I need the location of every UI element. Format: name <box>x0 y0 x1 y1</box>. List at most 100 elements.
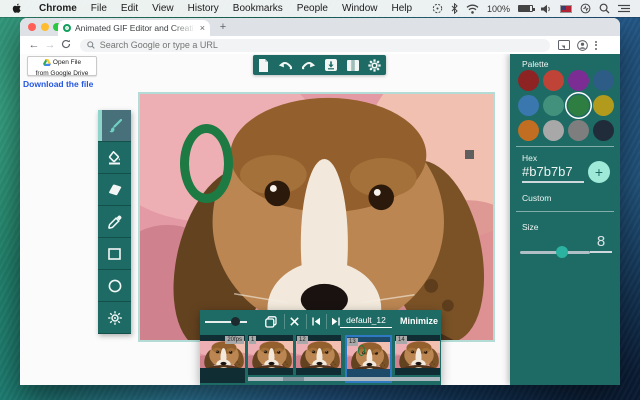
resize-handle[interactable] <box>465 150 474 159</box>
frame-thumbnail-12[interactable]: 12 <box>296 335 341 375</box>
divider <box>516 211 614 212</box>
reload-button[interactable] <box>58 39 74 52</box>
minimize-panel-button[interactable]: Minimize <box>400 316 438 326</box>
speed-slider[interactable] <box>205 321 247 323</box>
gif-filename-input[interactable]: default_12 <box>340 315 392 328</box>
custom-label: Custom <box>522 193 552 203</box>
swatch[interactable] <box>543 95 564 116</box>
frames-scrollbar[interactable] <box>248 377 440 381</box>
eraser-icon <box>109 183 122 195</box>
frame-number-badge: 14 <box>396 336 407 344</box>
forward-button[interactable]: → <box>42 39 58 51</box>
divider <box>516 146 614 147</box>
fill-bucket-icon <box>108 150 120 164</box>
export-image-icon[interactable] <box>325 59 338 71</box>
us-flag-icon[interactable] <box>560 4 572 13</box>
tool-palette <box>98 110 131 334</box>
swatch[interactable] <box>518 70 539 91</box>
back-button[interactable]: ← <box>26 39 42 51</box>
frames-panel: default_12 Minimize 20fps 1 12 13 14 <box>200 310 441 385</box>
swatch[interactable] <box>518 95 539 116</box>
color-sidebar: Palette Hex + <box>510 54 620 385</box>
tool-brightness[interactable] <box>98 302 131 334</box>
address-bar[interactable] <box>80 38 550 52</box>
bluetooth-icon[interactable] <box>451 3 458 14</box>
tool-eraser[interactable] <box>98 174 131 206</box>
palette-label: Palette <box>522 59 549 69</box>
minimize-window-button[interactable] <box>40 23 49 31</box>
frame-thumbnail-14[interactable]: 14 <box>395 335 440 375</box>
frame-thumbnail-1[interactable]: 1 <box>248 335 293 375</box>
swatch[interactable] <box>518 120 539 141</box>
editor-toolbar <box>253 55 386 75</box>
close-window-button[interactable] <box>28 23 36 31</box>
size-label: Size <box>522 222 539 232</box>
menu-item-help[interactable]: Help <box>385 3 420 14</box>
menu-item-view[interactable]: View <box>145 3 181 14</box>
browser-tab[interactable]: Animated GIF Editor and Creati × <box>58 20 210 36</box>
drawing-canvas[interactable] <box>138 92 495 342</box>
frames-view-icon[interactable] <box>346 59 359 71</box>
brightness-icon <box>107 310 122 325</box>
spotlight-icon[interactable] <box>599 3 610 14</box>
new-tab-button[interactable]: + <box>216 21 230 35</box>
tab-close-icon[interactable]: × <box>200 23 205 33</box>
tool-eyedropper[interactable] <box>98 206 131 238</box>
battery-icon[interactable] <box>518 5 535 12</box>
add-color-button[interactable]: + <box>588 161 610 183</box>
fps-badge: 20fps <box>225 336 244 344</box>
menu-item-people[interactable]: People <box>290 3 335 14</box>
new-file-icon[interactable] <box>258 58 269 72</box>
swatch-selected[interactable] <box>568 95 589 116</box>
tool-rectangle[interactable] <box>98 238 131 270</box>
open-file-button[interactable]: Open File from Google Drive <box>27 56 97 78</box>
apple-menu-icon[interactable] <box>12 3 22 14</box>
tool-circle[interactable] <box>98 270 131 302</box>
swatch[interactable] <box>543 70 564 91</box>
menu-item-window[interactable]: Window <box>335 3 385 14</box>
swatch[interactable] <box>543 120 564 141</box>
eyedropper-icon <box>107 215 121 229</box>
duplicate-frame-icon[interactable] <box>263 314 279 329</box>
time-machine-icon[interactable] <box>432 3 443 14</box>
menu-item-file[interactable]: File <box>84 3 114 14</box>
siri-icon[interactable] <box>580 3 591 14</box>
tool-fill[interactable] <box>98 142 131 174</box>
frame-number-badge: 12 <box>297 336 308 344</box>
size-slider[interactable] <box>520 251 590 254</box>
cast-icon[interactable] <box>558 40 570 50</box>
speed-slider-thumb[interactable] <box>231 317 240 326</box>
size-slider-thumb[interactable] <box>556 246 568 258</box>
profile-icon[interactable] <box>577 39 588 51</box>
redo-icon[interactable] <box>301 60 316 71</box>
swatch[interactable] <box>593 120 614 141</box>
undo-icon[interactable] <box>278 60 293 71</box>
tool-brush[interactable] <box>98 110 131 142</box>
notification-center-icon[interactable] <box>618 4 630 13</box>
frame-thumbnail-13-selected[interactable]: 13 <box>345 335 392 383</box>
settings-gear-icon[interactable] <box>368 58 381 72</box>
swatch[interactable] <box>593 95 614 116</box>
menu-kebab-icon[interactable] <box>595 40 597 50</box>
circle-icon <box>108 279 121 292</box>
swatch[interactable] <box>568 70 589 91</box>
frames-scrollbar-thumb[interactable] <box>283 377 304 381</box>
menu-item-chrome[interactable]: Chrome <box>32 3 84 14</box>
swatch[interactable] <box>593 70 614 91</box>
desktop: Chrome File Edit View History Bookmarks … <box>0 0 640 400</box>
preview-thumbnail[interactable]: 20fps <box>200 335 245 383</box>
menu-item-history[interactable]: History <box>181 3 226 14</box>
address-input[interactable] <box>99 40 543 50</box>
size-value[interactable]: 8 <box>590 233 612 253</box>
wifi-icon[interactable] <box>466 4 479 14</box>
swatch[interactable] <box>568 120 589 141</box>
skip-start-icon[interactable] <box>308 314 324 329</box>
menu-item-edit[interactable]: Edit <box>114 3 145 14</box>
open-file-label-line2: from Google Drive <box>35 70 89 78</box>
volume-icon[interactable] <box>541 4 552 14</box>
menu-item-bookmarks[interactable]: Bookmarks <box>226 3 290 14</box>
download-file-link[interactable]: Download the file <box>23 79 93 89</box>
hex-input[interactable] <box>522 164 584 183</box>
separator <box>284 314 285 329</box>
delete-frame-icon[interactable] <box>286 314 302 329</box>
